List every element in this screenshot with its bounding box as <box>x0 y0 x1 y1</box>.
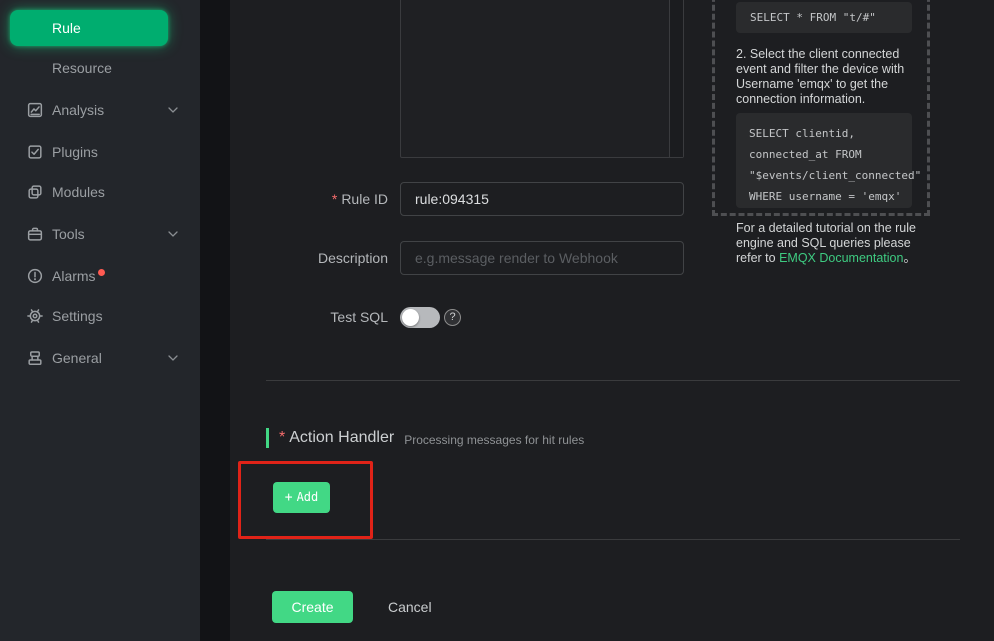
sidebar-item-label: Alarms <box>52 268 96 284</box>
code-line: "$events/client_connected" <box>749 165 912 186</box>
rule-id-label: *Rule ID <box>258 191 388 207</box>
sidebar-item-label: Analysis <box>52 102 104 118</box>
rule-id-input[interactable] <box>400 182 684 216</box>
sql-example-client-connected: SELECT clientid, connected_at FROM "$eve… <box>736 113 912 208</box>
sidebar-item-label: Resource <box>52 60 112 76</box>
sql-example-basic: SELECT * FROM "t/#" <box>736 2 912 33</box>
tutorial-suffix: 。 <box>903 251 916 265</box>
section-accent-bar <box>266 428 269 448</box>
rule-create-form: *Rule ID Description Test SQL ? *Action … <box>230 0 994 641</box>
sidebar-item-label: Modules <box>52 184 105 200</box>
required-asterisk: * <box>279 429 285 446</box>
sql-editor[interactable] <box>400 0 684 158</box>
code-line: SELECT clientid, <box>749 123 912 144</box>
action-handler-title: *Action Handler <box>279 429 394 447</box>
gear-icon <box>26 307 44 325</box>
required-asterisk: * <box>332 191 337 207</box>
chevron-down-icon <box>168 231 178 237</box>
sidebar-item-analysis[interactable]: Analysis <box>0 98 200 122</box>
description-input[interactable] <box>400 241 684 275</box>
emqx-rule-create-page: Rule Resource Analysis <box>0 0 994 641</box>
sidebar-item-modules[interactable]: Modules <box>0 180 200 204</box>
sidebar-item-settings[interactable]: Settings <box>0 304 200 328</box>
cancel-button[interactable]: Cancel <box>388 599 432 615</box>
stack-icon <box>26 349 44 367</box>
briefcase-icon <box>26 225 44 243</box>
tutorial-note: For a detailed tutorial on the rule engi… <box>736 221 924 266</box>
section-divider <box>266 380 960 381</box>
sidebar-item-label: Settings <box>52 308 103 324</box>
help-step2-text: 2. Select the client connected event and… <box>736 47 918 107</box>
test-sql-label: Test SQL <box>258 309 388 325</box>
help-question-icon[interactable]: ? <box>444 309 461 326</box>
sidebar-item-resource[interactable]: Resource <box>0 56 200 80</box>
sidebar-item-alarms[interactable]: Alarms <box>0 264 200 288</box>
chevron-down-icon <box>168 355 178 361</box>
code-line: WHERE username = 'emqx' <box>749 186 912 207</box>
test-sql-toggle[interactable] <box>400 307 440 328</box>
footer-divider <box>266 539 960 540</box>
sidebar-item-rule[interactable]: Rule <box>10 10 168 46</box>
description-label: Description <box>258 250 388 266</box>
checkbox-icon <box>26 143 44 161</box>
copy-icon <box>26 183 44 201</box>
chart-icon <box>26 101 44 119</box>
alert-circle-icon <box>26 267 44 285</box>
sidebar-item-label: Tools <box>52 226 85 242</box>
editor-scrollbar[interactable] <box>669 0 683 157</box>
sidebar-item-label: General <box>52 350 102 366</box>
action-handler-header: *Action Handler Processing messages for … <box>266 428 584 448</box>
sidebar-item-label: Plugins <box>52 144 98 160</box>
emqx-documentation-link[interactable]: EMQX Documentation <box>779 251 903 265</box>
sidebar-item-general[interactable]: General <box>0 346 200 370</box>
toggle-knob <box>402 309 419 326</box>
action-handler-subtitle: Processing messages for hit rules <box>404 430 584 447</box>
chevron-down-icon <box>168 107 178 113</box>
add-action-button[interactable]: +Add <box>273 482 330 513</box>
alarm-badge-dot <box>98 269 105 276</box>
sidebar-item-plugins[interactable]: Plugins <box>0 140 200 164</box>
sidebar-item-tools[interactable]: Tools <box>0 222 200 246</box>
create-button[interactable]: Create <box>272 591 353 623</box>
sidebar: Rule Resource Analysis <box>0 0 200 641</box>
plus-icon: + <box>285 490 293 505</box>
code-line: connected_at FROM <box>749 144 912 165</box>
